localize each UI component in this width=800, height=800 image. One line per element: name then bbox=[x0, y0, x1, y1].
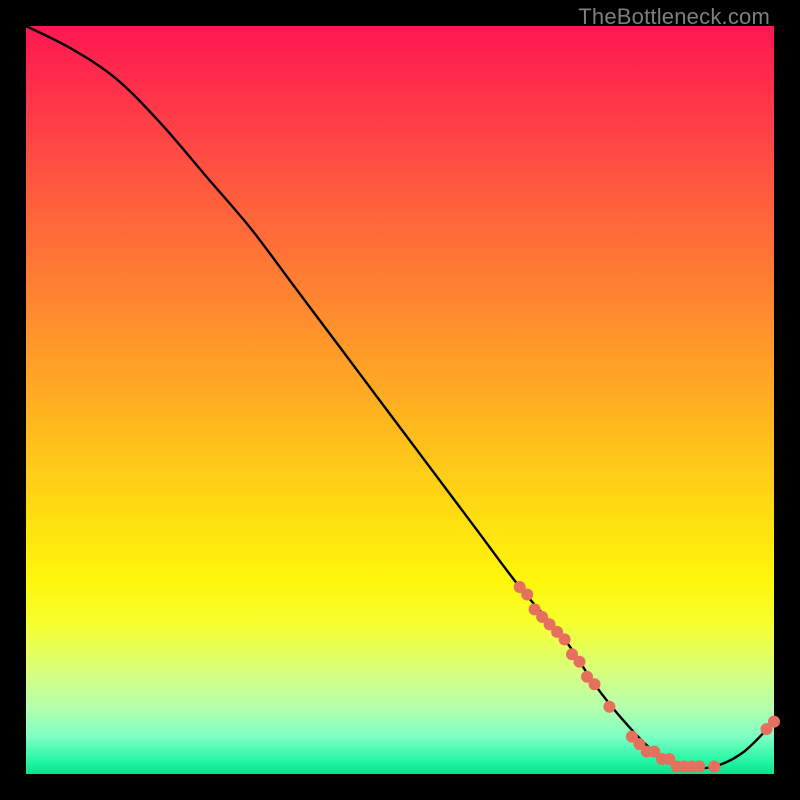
marker-point bbox=[693, 761, 705, 773]
marker-point bbox=[708, 761, 720, 773]
bottleneck-curve bbox=[26, 26, 774, 768]
chart-svg bbox=[26, 26, 774, 774]
marker-point bbox=[574, 656, 586, 668]
watermark-text: TheBottleneck.com bbox=[578, 4, 770, 30]
marker-point bbox=[589, 678, 601, 690]
marker-point bbox=[603, 701, 615, 713]
chart-frame: TheBottleneck.com bbox=[0, 0, 800, 800]
marker-point bbox=[559, 633, 571, 645]
marker-point bbox=[768, 716, 780, 728]
marker-point bbox=[521, 589, 533, 601]
